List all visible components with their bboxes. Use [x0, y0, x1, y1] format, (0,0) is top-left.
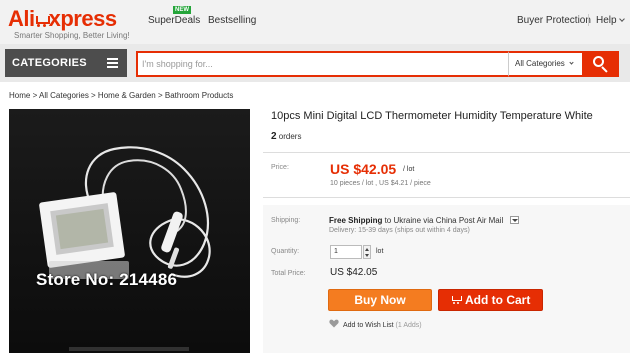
- stepper-down-icon[interactable]: [365, 254, 369, 257]
- chevron-down-icon: [569, 60, 574, 65]
- breadcrumb[interactable]: Home > All Categories > Home & Garden > …: [9, 91, 233, 100]
- buy-now-button[interactable]: Buy Now: [328, 289, 432, 311]
- thermometer-picture: [9, 109, 250, 353]
- new-badge: NEW: [173, 6, 191, 14]
- price-per-piece: 10 pieces / lot , US $4.21 / piece: [330, 180, 431, 187]
- order-count: 2 orders: [271, 131, 301, 142]
- nav-superdeals[interactable]: SuperDeals: [148, 15, 200, 26]
- orders-label: orders: [278, 132, 302, 141]
- category-select-value: All Categories: [515, 59, 565, 68]
- cart-logo-icon: [35, 15, 50, 27]
- shipping-method: Free Shipping: [329, 216, 383, 225]
- categories-label: CATEGORIES: [12, 57, 87, 69]
- search-icon-handle: [601, 66, 608, 73]
- add-to-wishlist-link[interactable]: Add to Wish List (1 Adds): [329, 318, 422, 329]
- heart-icon: [329, 319, 339, 328]
- shipping-dropdown-icon[interactable]: [509, 216, 519, 224]
- quantity-input[interactable]: 1: [330, 245, 362, 259]
- product-title: 10pcs Mini Digital LCD Thermometer Humid…: [271, 110, 593, 122]
- quantity-stepper[interactable]: [363, 245, 371, 259]
- aliexpress-logo[interactable]: Ali xpress: [8, 6, 117, 32]
- nav-bestselling[interactable]: Bestselling: [208, 15, 256, 26]
- price-unit: / lot: [403, 166, 415, 173]
- menu-icon: [107, 58, 118, 60]
- wishlist-label: Add to Wish List: [343, 322, 394, 329]
- store-watermark: Store No: 214486: [36, 270, 178, 289]
- buyer-protection-link[interactable]: Buyer Protection: [517, 15, 591, 26]
- chevron-down-icon: [618, 16, 625, 22]
- price-value: US $42.05: [330, 161, 397, 177]
- quantity-unit: lot: [376, 248, 384, 255]
- nav-divider: [588, 14, 589, 26]
- delivery-time: Delivery: 15-39 days (ships out within 4…: [329, 227, 470, 234]
- shipping-destination: to Ukraine via China Post Air Mail: [384, 216, 504, 225]
- cart-icon: [451, 295, 462, 304]
- add-to-cart-label: Add to Cart: [465, 293, 531, 307]
- search-box: [136, 51, 508, 77]
- tagline: Smarter Shopping, Better Living!: [14, 31, 130, 40]
- product-image[interactable]: Store No: 214486: [9, 109, 250, 353]
- price-label: Price:: [271, 164, 289, 171]
- total-price-value: US $42.05: [330, 267, 378, 278]
- category-select[interactable]: All Categories: [508, 51, 582, 77]
- search-button[interactable]: [582, 51, 619, 77]
- top-bar: Ali xpress Smarter Shopping, Better Livin…: [0, 0, 630, 44]
- quantity-label: Quantity:: [271, 248, 300, 255]
- orders-number: 2: [271, 131, 277, 142]
- price-box: [263, 152, 630, 198]
- categories-menu[interactable]: CATEGORIES: [5, 49, 127, 77]
- wishlist-count: (1 Adds): [395, 322, 422, 329]
- shipping-label: Shipping:: [271, 217, 301, 224]
- shipping-info: Free Shipping to Ukraine via China Post …: [329, 215, 519, 225]
- total-price-label: Total Price:: [271, 270, 306, 277]
- add-to-cart-button[interactable]: Add to Cart: [438, 289, 543, 311]
- stepper-up-icon[interactable]: [365, 248, 369, 251]
- search-input[interactable]: [138, 53, 508, 75]
- search-row: CATEGORIES All Categories: [0, 44, 630, 82]
- help-menu[interactable]: Help: [596, 15, 625, 26]
- help-label: Help: [596, 15, 617, 26]
